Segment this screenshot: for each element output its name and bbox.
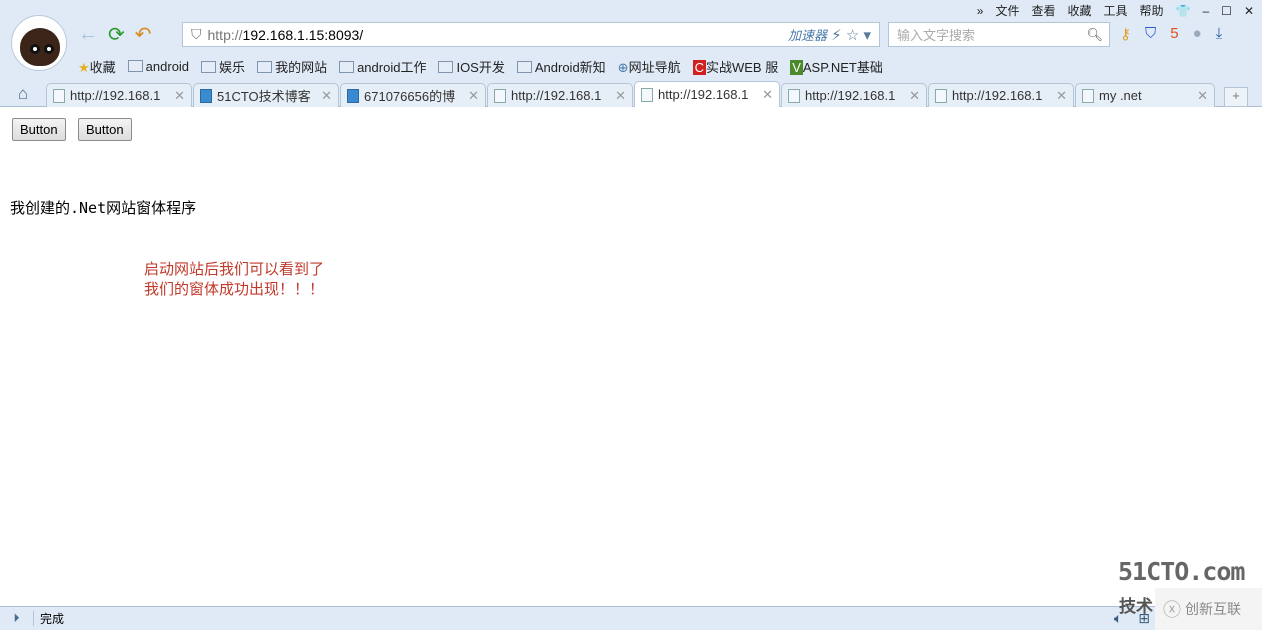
page-icon xyxy=(53,88,65,103)
bookmark-favorites[interactable]: ★收藏 xyxy=(78,57,116,76)
url-protocol: http:// xyxy=(207,26,243,43)
tab-bar: ⌂ http://192.168.1 ✕ 51CTO技术博客 ✕ 671076656… xyxy=(0,81,1262,107)
new-tab-button[interactable]: + xyxy=(1224,87,1248,107)
page-icon xyxy=(935,88,947,103)
page-icon xyxy=(1082,88,1094,103)
bookmarks-bar: ★收藏 android 娱乐 我的网站 android工作 IOS开发 Andr… xyxy=(78,57,883,76)
bookmark-nav[interactable]: ⊕网址导航 xyxy=(618,57,681,76)
html5-icon[interactable]: 5 xyxy=(1170,25,1178,43)
site-icon xyxy=(200,88,212,103)
page-heading: 我创建的.Net网站窗体程序 xyxy=(10,199,197,217)
address-bar[interactable]: ⛉ http://192.168.1.15:8093/ 加速器 ⚡ ☆ ▾ xyxy=(182,22,880,47)
watermark-51cto: 51CTO.com xyxy=(1118,557,1245,586)
site-icon xyxy=(347,88,359,103)
bookmark-folder-android[interactable]: android xyxy=(128,59,189,74)
page-icon xyxy=(788,88,800,103)
tab[interactable]: http://192.168.1 ✕ xyxy=(487,83,633,107)
status-text: 完成 xyxy=(40,612,65,626)
maximize-button[interactable]: ☐ xyxy=(1221,4,1232,18)
shield-icon: ⛉ xyxy=(191,26,202,42)
tab[interactable]: my .net ✕ xyxy=(1075,83,1215,107)
url-host: 192.168.1.15:8093/ xyxy=(242,26,364,43)
sidebar-toggle-icon[interactable]: ⏵ xyxy=(0,611,34,626)
close-tab-icon[interactable]: ✕ xyxy=(1197,88,1208,104)
menu-bar: » 文件 查看 收藏 工具 帮助 👕 – ☐ ✕ xyxy=(977,2,1262,19)
note-line-1: 启动网站后我们可以看到了 xyxy=(144,261,325,278)
note-text: 启动网站后我们可以看到了 我们的窗体成功出现！！！ xyxy=(144,260,324,300)
tab-active[interactable]: http://192.168.1 ✕ xyxy=(634,81,780,107)
search-input[interactable]: 输入文字搜索 🔍︎ xyxy=(888,22,1110,47)
watermark-sub: 技术 xyxy=(1119,597,1153,616)
close-tab-icon[interactable]: ✕ xyxy=(321,88,332,104)
status-bar: ⏵ 完成 xyxy=(0,606,1262,630)
menu-view[interactable]: 查看 xyxy=(1031,2,1055,19)
home-icon[interactable]: ⌂ xyxy=(0,84,46,107)
tab[interactable]: 51CTO技术博客 ✕ xyxy=(193,83,339,107)
tab[interactable]: http://192.168.1 ✕ xyxy=(928,83,1074,107)
close-tab-icon[interactable]: ✕ xyxy=(174,88,185,104)
menu-tools[interactable]: 工具 xyxy=(1104,2,1128,19)
accelerator-button[interactable]: 加速器 xyxy=(788,25,827,44)
skin-icon[interactable]: 👕 xyxy=(1176,4,1191,18)
tab[interactable]: http://192.168.1 ✕ xyxy=(46,83,192,107)
more-icon[interactable]: » xyxy=(977,4,984,18)
refresh-icon[interactable]: ⟳ xyxy=(108,22,125,47)
button-2[interactable]: Button xyxy=(78,118,132,141)
shield-ext-icon[interactable]: ⛉ xyxy=(1145,25,1156,43)
browser-chrome: » 文件 查看 收藏 工具 帮助 👕 – ☐ ✕ ← ⟳ ↶ ⛉ http://… xyxy=(0,0,1262,107)
menu-favorites[interactable]: 收藏 xyxy=(1067,2,1091,19)
search-icon[interactable]: 🔍︎ xyxy=(1086,27,1103,43)
close-tab-icon[interactable]: ✕ xyxy=(468,88,479,104)
close-tab-icon[interactable]: ✕ xyxy=(909,88,920,104)
close-tab-icon[interactable]: ✕ xyxy=(1056,88,1067,104)
bookmark-web[interactable]: C 实战WEB 服 xyxy=(692,57,778,76)
page-icon xyxy=(494,88,506,103)
more-ext-icon[interactable]: ● xyxy=(1193,25,1202,43)
back-icon[interactable]: ← xyxy=(78,23,98,46)
favorite-star-icon[interactable]: ⚡ ☆ ▾ xyxy=(831,26,871,44)
page-icon xyxy=(641,87,653,102)
tab[interactable]: 671076656的博 ✕ xyxy=(340,83,486,107)
watermark-brand: ⓧ 创新互联 xyxy=(1155,588,1262,630)
minimize-button[interactable]: – xyxy=(1202,4,1209,18)
download-icon[interactable]: ⤓ xyxy=(1216,25,1223,43)
bookmark-folder-ios[interactable]: IOS开发 xyxy=(438,57,504,76)
menu-help[interactable]: 帮助 xyxy=(1140,2,1164,19)
bookmark-aspnet[interactable]: V ASP.NET基础 xyxy=(790,57,883,76)
close-tab-icon[interactable]: ✕ xyxy=(615,88,626,104)
bookmark-folder-entertainment[interactable]: 娱乐 xyxy=(201,57,245,76)
close-tab-icon[interactable]: ✕ xyxy=(762,87,773,103)
bookmark-folder-android-news[interactable]: Android新知 xyxy=(517,57,606,76)
menu-file[interactable]: 文件 xyxy=(995,2,1019,19)
key-icon[interactable]: ⚷ xyxy=(1120,25,1131,43)
undo-icon[interactable]: ↶ xyxy=(135,22,152,47)
tab[interactable]: http://192.168.1 ✕ xyxy=(781,83,927,107)
close-button[interactable]: ✕ xyxy=(1244,4,1254,18)
bookmark-folder-android-work[interactable]: android工作 xyxy=(339,57,426,76)
note-line-2: 我们的窗体成功出现！！！ xyxy=(144,281,325,298)
button-1[interactable]: Button xyxy=(12,118,66,141)
search-placeholder: 输入文字搜索 xyxy=(897,28,976,43)
user-avatar[interactable] xyxy=(11,15,67,71)
bookmark-folder-my-sites[interactable]: 我的网站 xyxy=(257,57,327,76)
